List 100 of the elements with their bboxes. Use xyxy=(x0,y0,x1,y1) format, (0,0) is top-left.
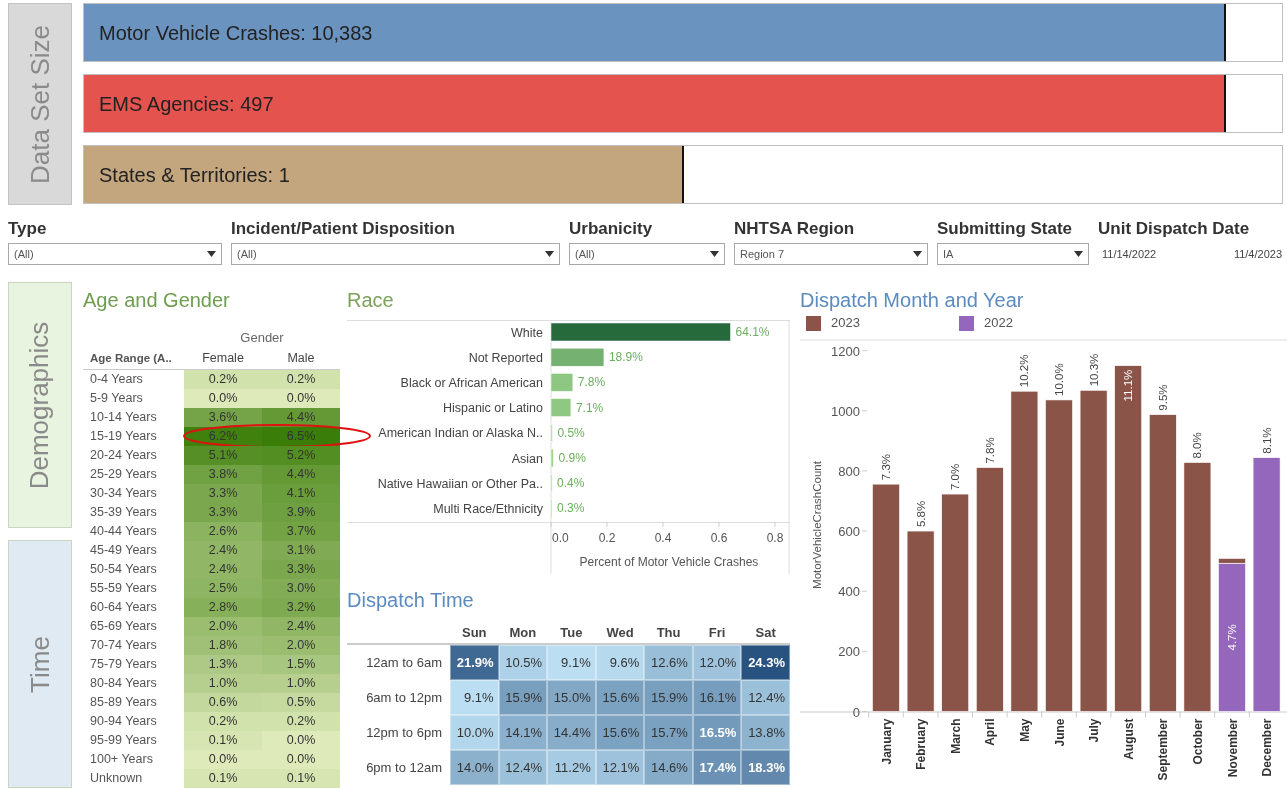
value-label: 4.7% xyxy=(1226,624,1238,651)
row-label: 35-39 Years xyxy=(89,504,158,521)
tick-label: 800 xyxy=(838,463,860,479)
filter-label: NHTSA Region xyxy=(734,218,856,240)
caret-icon xyxy=(710,251,719,257)
tick-label: 0.6 xyxy=(710,531,728,545)
heatmap-cell: 12.0% xyxy=(692,645,742,680)
heatmap-cell: 11.2% xyxy=(547,750,596,785)
value-label: 0.5% xyxy=(557,425,585,440)
row-label: 85-89 Years xyxy=(89,694,158,711)
heatmap-cell: 10.5% xyxy=(498,645,548,680)
category-label: Hispanic or Latino xyxy=(442,401,543,416)
legend-label: 2023 xyxy=(831,314,860,333)
tick-label: 0.4 xyxy=(654,531,672,545)
dropdown[interactable]: IA xyxy=(937,243,1089,265)
table-cell: 3.9% xyxy=(262,503,340,522)
date-value[interactable]: 11/14/2022 xyxy=(1102,246,1157,263)
heatmap-cell: 14.0% xyxy=(450,750,499,785)
row-label: 12am to 6am xyxy=(366,653,442,672)
table-cell: 0.1% xyxy=(184,769,262,788)
column-header[interactable]: Age Range (A.. xyxy=(83,349,184,368)
category-label: Native Hawaiian or Other Pa.. xyxy=(377,476,543,491)
category-label: September xyxy=(1156,718,1171,781)
row-label: 6pm to 12am xyxy=(366,758,442,777)
filter-label: Urbanicity xyxy=(569,218,654,240)
category-label: April xyxy=(983,718,998,746)
heatmap-cell: 10.0% xyxy=(450,715,499,750)
row-label: 95-99 Years xyxy=(89,732,158,749)
column-header[interactable]: Mon xyxy=(509,623,537,643)
column-header[interactable]: Wed xyxy=(606,623,634,643)
heatmap-cell: 9.6% xyxy=(595,645,645,680)
column-header[interactable]: Thu xyxy=(656,623,681,643)
table-cell: 1.3% xyxy=(184,655,262,674)
table-cell: 1.8% xyxy=(184,636,262,655)
bar-label: EMS Agencies: 497 xyxy=(98,91,274,117)
row-label: 45-49 Years xyxy=(89,542,158,559)
table-cell: 4.4% xyxy=(262,465,340,484)
value-label: 11.1% xyxy=(1122,369,1135,402)
tick-label: 600 xyxy=(838,524,860,540)
row-label: 55-59 Years xyxy=(89,580,158,597)
column-header[interactable]: Male xyxy=(262,349,340,368)
table-cell: 0.2% xyxy=(262,712,340,731)
tick-label: 0 xyxy=(852,704,860,720)
column-header[interactable]: Sat xyxy=(755,623,776,643)
table-cell: 5.2% xyxy=(262,446,340,465)
heatmap-cell: 13.8% xyxy=(741,715,790,750)
column-header[interactable]: Fri xyxy=(708,623,726,643)
caret-icon xyxy=(913,251,922,257)
heatmap-cell: 14.1% xyxy=(498,715,548,750)
table-cell: 1.0% xyxy=(262,674,340,693)
category-label: March xyxy=(948,718,963,754)
category-label: American Indian or Alaska N.. xyxy=(378,426,543,441)
table-cell: 2.0% xyxy=(184,617,262,636)
value-label: 8.0% xyxy=(1191,432,1204,459)
row-label: 70-74 Years xyxy=(89,637,158,654)
bar xyxy=(550,499,553,518)
category-label: February xyxy=(914,718,929,770)
row-label: 25-29 Years xyxy=(89,466,158,483)
filter-label: Incident/Patient Disposition xyxy=(231,218,456,240)
dropdown[interactable]: Region 7 xyxy=(734,243,928,265)
table-cell: 0.5% xyxy=(262,693,340,712)
heatmap-cell: 14.6% xyxy=(644,750,693,785)
row-label: 50-54 Years xyxy=(89,561,158,578)
heatmap-cell: 18.3% xyxy=(741,750,790,785)
category-label: July xyxy=(1087,718,1102,743)
category-label: January xyxy=(879,718,894,765)
row-label: 90-94 Years xyxy=(89,713,158,730)
column-header[interactable]: Sun xyxy=(462,623,487,643)
table-cell: 0.0% xyxy=(184,389,262,408)
row-label: 5-9 Years xyxy=(89,390,144,407)
dropdown[interactable]: (All) xyxy=(231,243,560,265)
table-cell: 0.6% xyxy=(184,693,262,712)
tick-label: 0.2 xyxy=(598,531,616,545)
table-cell: 3.1% xyxy=(262,541,340,560)
row-label: 0-4 Years xyxy=(89,371,144,388)
dropdown[interactable]: (All) xyxy=(8,243,222,265)
bar xyxy=(550,448,554,468)
caret-icon xyxy=(545,251,554,257)
table-cell: 3.8% xyxy=(184,465,262,484)
dropdown[interactable]: (All) xyxy=(569,243,725,265)
column-group-header: Gender xyxy=(240,330,284,345)
value-label: 7.1% xyxy=(575,400,604,415)
tick-label: 0.8 xyxy=(766,531,784,545)
heatmap-cell: 12.1% xyxy=(595,750,645,785)
row-label: 6am to 12pm xyxy=(366,688,442,707)
table-cell: 2.6% xyxy=(184,522,262,541)
filter-label: Unit Dispatch Date xyxy=(1098,218,1251,240)
bar-label: States & Territories: 1 xyxy=(98,162,290,188)
heatmap-cell: 16.1% xyxy=(692,680,742,715)
heatmap-cell: 16.5% xyxy=(692,715,742,750)
column-header[interactable]: Female xyxy=(184,349,262,368)
date-value[interactable]: 11/4/2023 xyxy=(1233,246,1282,263)
value-label: 10.3% xyxy=(1087,353,1100,387)
category-label: October xyxy=(1190,718,1205,765)
tick-label: 0.0 xyxy=(552,531,569,545)
table-cell: 3.2% xyxy=(262,598,340,617)
table-cell: 0.0% xyxy=(262,731,340,750)
table-cell: 6.5% xyxy=(262,427,340,446)
column-header[interactable]: Tue xyxy=(560,623,583,643)
row-label: 30-34 Years xyxy=(89,485,158,502)
